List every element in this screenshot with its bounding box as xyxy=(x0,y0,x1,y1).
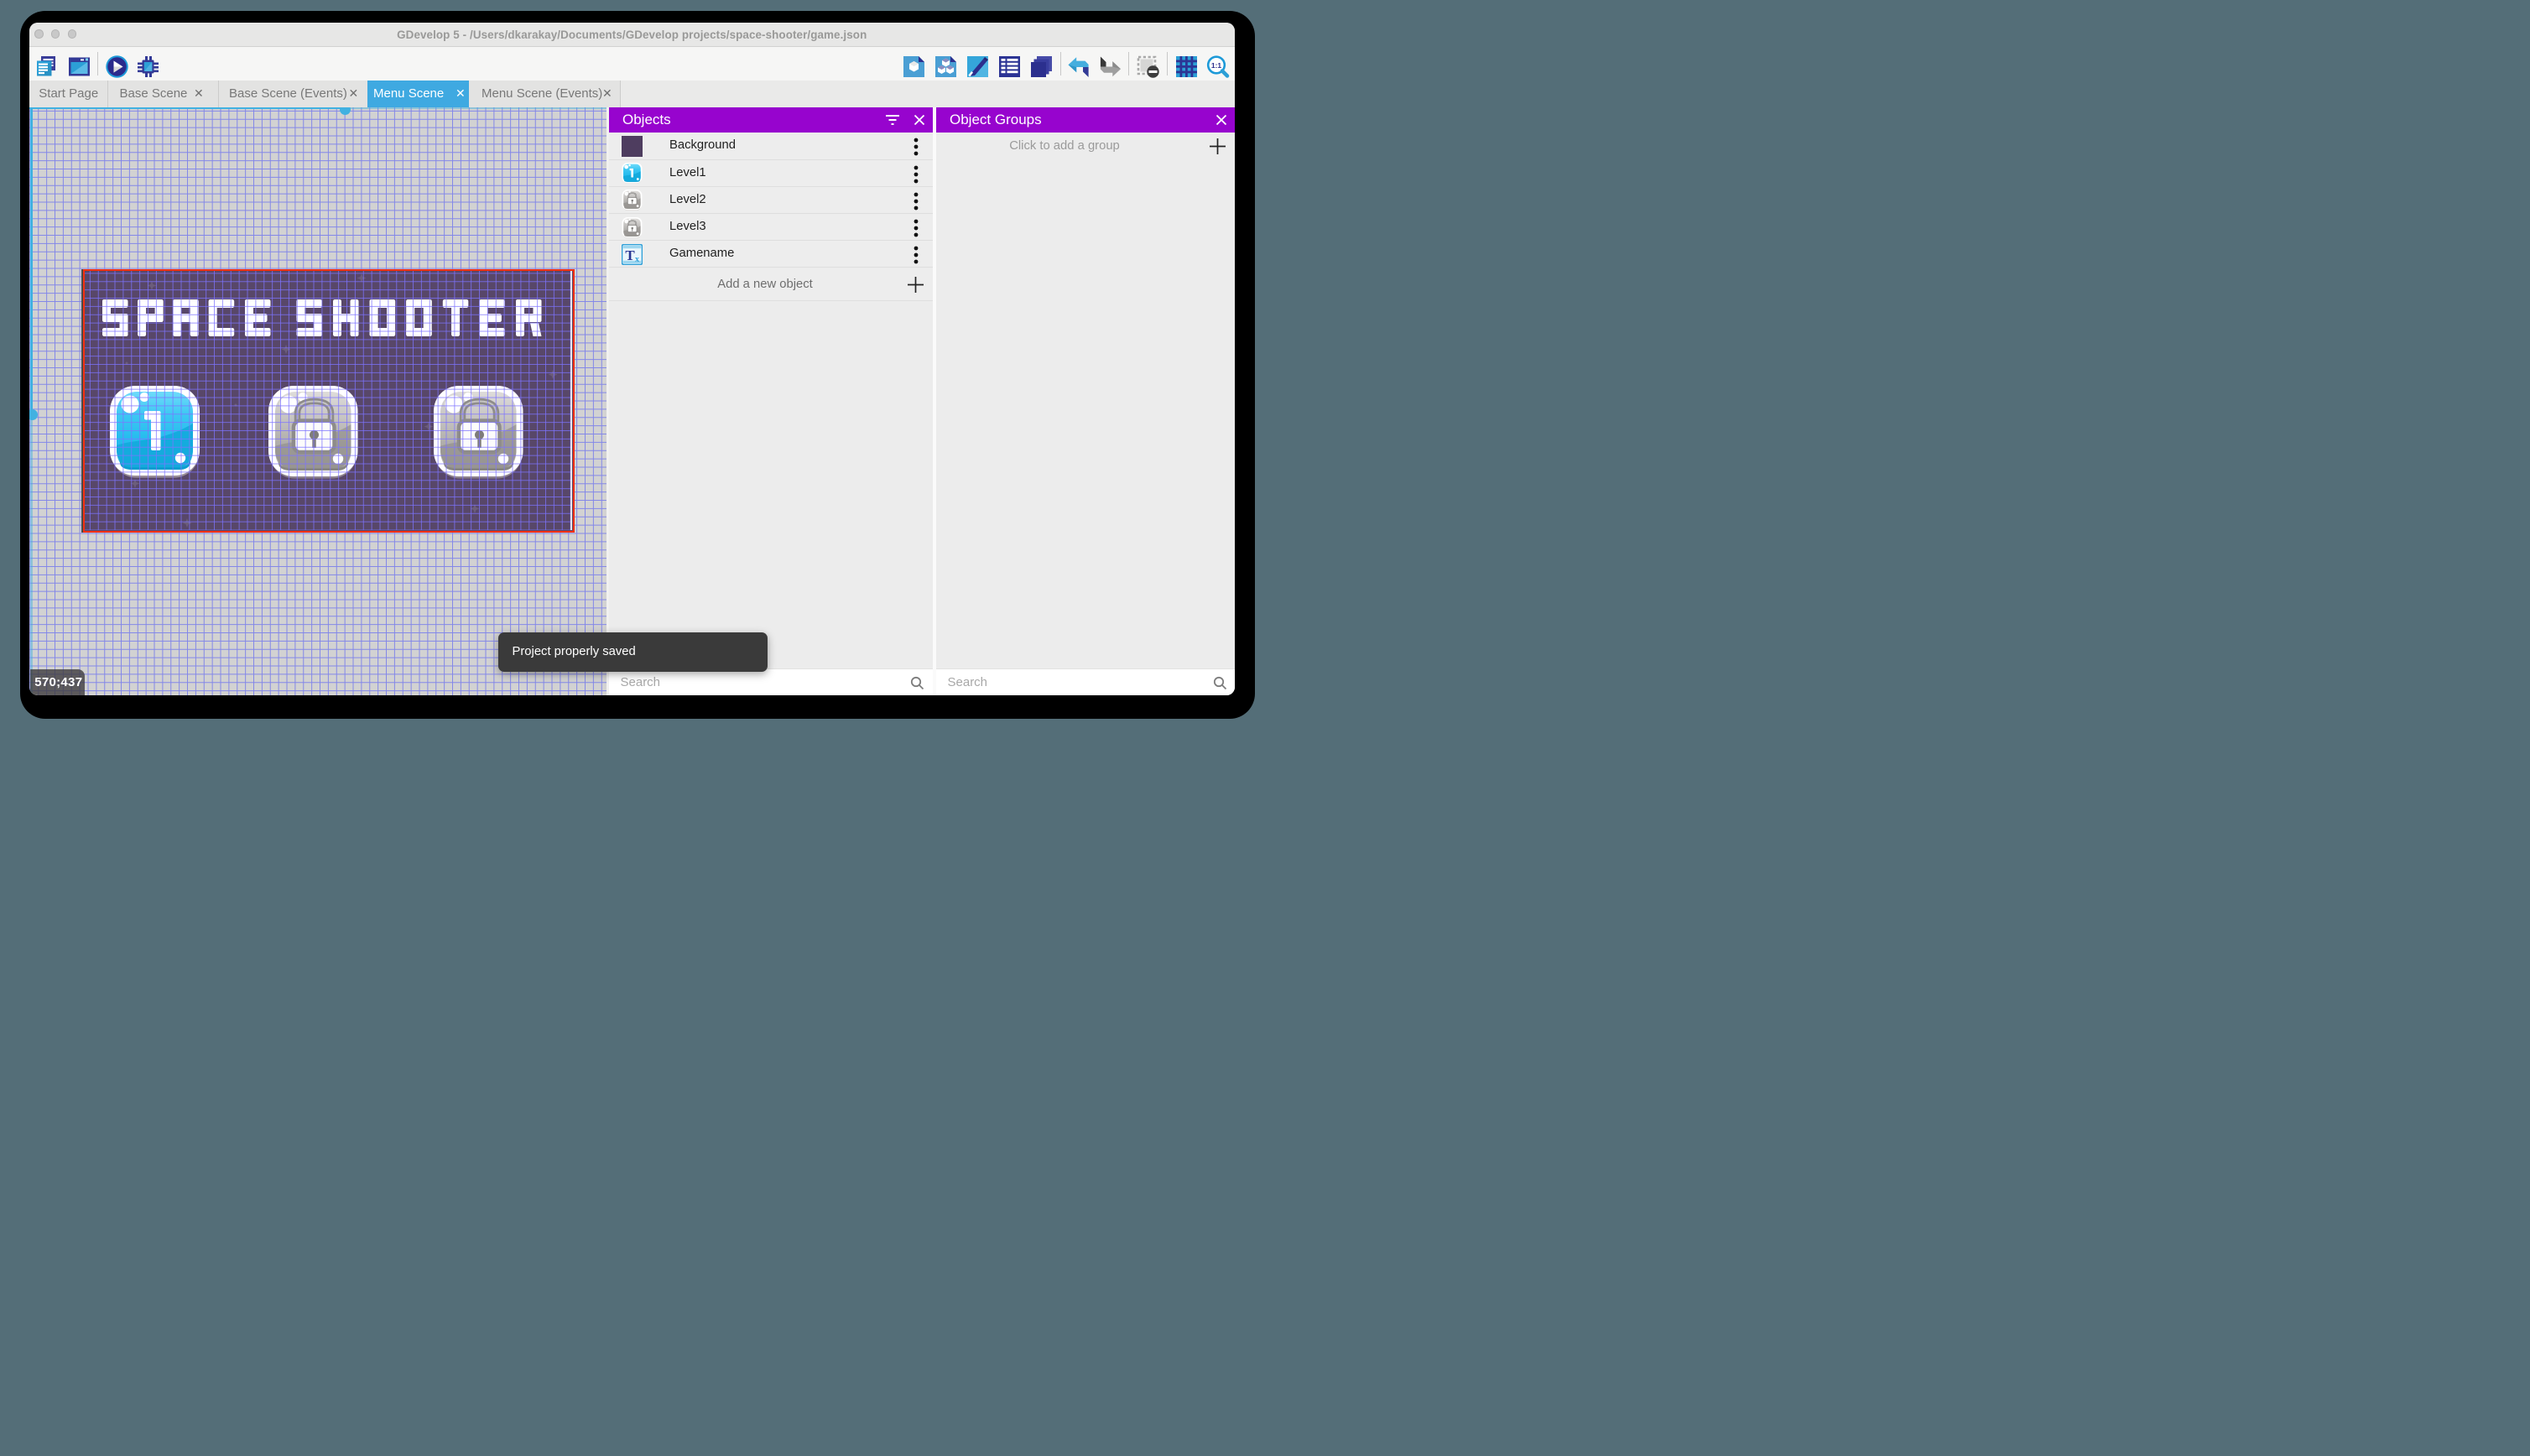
svg-text:1:1: 1:1 xyxy=(1210,61,1221,70)
svg-text:x: x xyxy=(635,255,639,264)
svg-text:T: T xyxy=(625,247,635,263)
